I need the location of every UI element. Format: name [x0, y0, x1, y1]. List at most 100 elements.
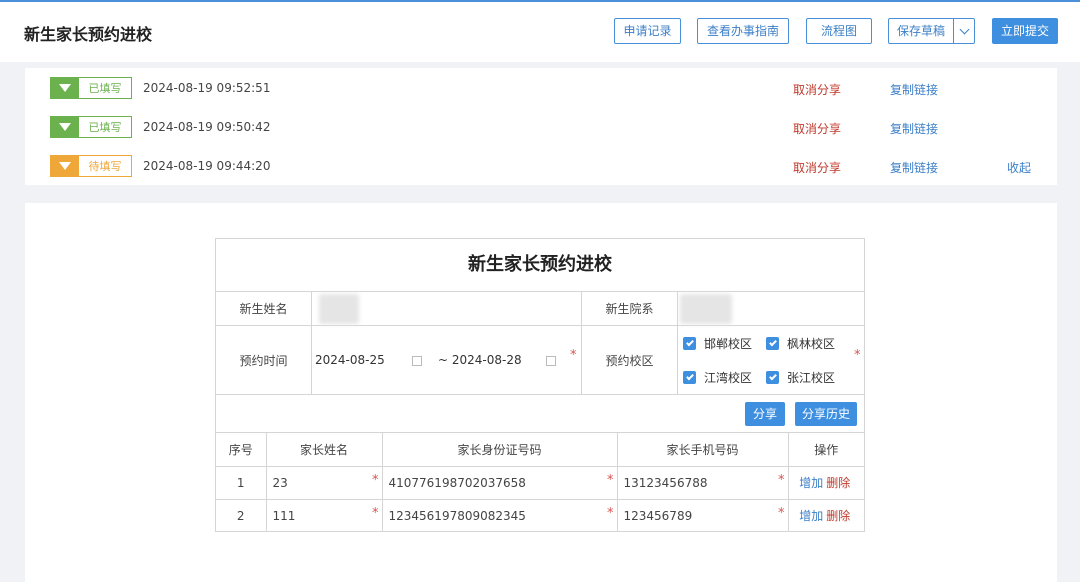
flowchart-button[interactable]: 流程图	[806, 18, 872, 44]
row-no: 2	[216, 499, 267, 532]
appointment-time-label: 预约时间	[239, 353, 288, 368]
parent-phone-input[interactable]: 123456789 *	[617, 499, 789, 532]
required-mark: *	[607, 472, 614, 488]
campus-checkbox-jiangwan[interactable]: 江湾校区	[683, 369, 752, 386]
parent-name-input[interactable]: 23 *	[266, 466, 383, 500]
col-header-no: 序号	[216, 433, 267, 467]
required-mark: *	[778, 472, 785, 488]
student-name-label: 新生姓名	[239, 302, 288, 316]
form-title: 新生家长预约进校	[216, 239, 864, 292]
campus-label: 预约校区	[605, 353, 654, 368]
copy-link[interactable]: 复制链接	[890, 81, 938, 98]
table-header-row: 序号 家长姓名 家长身份证号码 家长手机号码 操作	[216, 433, 864, 467]
check-icon	[768, 372, 777, 381]
check-icon	[685, 338, 694, 347]
down-triangle-icon	[51, 78, 79, 98]
share-history-button[interactable]: 分享历史	[795, 402, 857, 426]
chevron-down-icon	[959, 24, 969, 34]
appointment-row: 预约时间 2024-08-25 ~ 2024-08-28 * 预约校区 邯郸校区…	[216, 326, 864, 395]
col-header-name: 家长姓名	[266, 433, 383, 467]
cancel-share-link[interactable]: 取消分享	[793, 120, 841, 137]
student-dept-label: 新生院系	[605, 302, 654, 316]
record-row: 已填写 2024-08-19 09:52:51 取消分享 复制链接	[25, 77, 1057, 101]
parent-id-value: 410776198702037658	[388, 475, 526, 490]
check-icon	[685, 372, 694, 381]
record-time: 2024-08-19 09:44:20	[143, 159, 271, 173]
submit-button[interactable]: 立即提交	[992, 18, 1058, 44]
student-name-field[interactable]	[319, 294, 359, 324]
form-area: 新生家长预约进校 新生姓名 新生院系 预约时间 2024-08-25 ~ 202…	[25, 203, 1057, 582]
status-badge-label: 已填写	[88, 121, 122, 134]
record-time: 2024-08-19 09:52:51	[143, 81, 271, 95]
view-guide-button[interactable]: 查看办事指南	[697, 18, 789, 44]
table-row: 2 111 * 123456197809082345 * 123456789 * 增加…	[216, 499, 864, 532]
record-row: 待填写 2024-08-19 09:44:20 取消分享 复制链接 收起	[25, 155, 1057, 179]
down-triangle-icon	[51, 117, 79, 137]
share-toolbar: 分享 分享历史	[216, 395, 864, 433]
required-mark: *	[778, 505, 785, 521]
row-actions: 增加 删除	[788, 499, 864, 532]
appointment-form: 新生家长预约进校 新生姓名 新生院系 预约时间 2024-08-25 ~ 202…	[215, 238, 865, 532]
col-header-action: 操作	[788, 433, 864, 467]
copy-link[interactable]: 复制链接	[890, 120, 938, 137]
col-header-phone: 家长手机号码	[617, 433, 789, 467]
parent-id-value: 123456197809082345	[388, 508, 526, 523]
status-badge: 待填写	[50, 155, 132, 177]
save-dropdown-toggle[interactable]	[954, 19, 974, 43]
row-actions: 增加 删除	[788, 466, 864, 500]
date-start-input[interactable]: 2024-08-25	[315, 353, 385, 367]
required-mark: *	[372, 505, 379, 521]
share-records-panel: 已填写 2024-08-19 09:52:51 取消分享 复制链接 已填写 20…	[25, 68, 1057, 185]
required-mark: *	[607, 505, 614, 521]
parent-id-input[interactable]: 410776198702037658 *	[382, 466, 618, 500]
campus-name: 邯郸校区	[704, 337, 753, 351]
table-row: 1 23 * 410776198702037658 * 13123456788 * 增…	[216, 466, 864, 500]
parent-id-input[interactable]: 123456197809082345 *	[382, 499, 618, 532]
check-icon	[768, 338, 777, 347]
collapse-link[interactable]: 收起	[1007, 159, 1031, 176]
record-row: 已填写 2024-08-19 09:50:42 取消分享 复制链接	[25, 116, 1057, 140]
campus-name: 枫林校区	[787, 337, 836, 351]
page-title: 新生家长预约进校	[24, 25, 153, 44]
parent-name-input[interactable]: 111 *	[266, 499, 383, 532]
cancel-share-link[interactable]: 取消分享	[793, 159, 841, 176]
add-row-link[interactable]: 增加	[799, 509, 823, 523]
student-dept-field[interactable]	[680, 294, 732, 324]
calendar-icon[interactable]	[412, 356, 422, 366]
calendar-icon[interactable]	[546, 356, 556, 366]
status-badge-label: 已填写	[88, 82, 122, 95]
parent-phone-value: 123456789	[623, 508, 693, 523]
record-time: 2024-08-19 09:50:42	[143, 120, 271, 134]
col-header-id: 家长身份证号码	[382, 433, 618, 467]
required-mark: *	[372, 472, 379, 488]
add-row-link[interactable]: 增加	[799, 476, 823, 490]
copy-link[interactable]: 复制链接	[890, 159, 938, 176]
parent-name-value: 111	[272, 508, 296, 523]
save-draft-split-button: 保存草稿	[888, 18, 975, 44]
parent-phone-value: 13123456788	[623, 475, 708, 490]
status-badge: 已填写	[50, 77, 132, 99]
campus-name: 张江校区	[787, 371, 836, 385]
cancel-share-link[interactable]: 取消分享	[793, 81, 841, 98]
campus-checkbox-zhangjiang[interactable]: 张江校区	[766, 369, 835, 386]
delete-row-link[interactable]: 删除	[826, 476, 850, 490]
required-mark: *	[570, 348, 577, 363]
campus-checkbox-handan[interactable]: 邯郸校区	[683, 335, 752, 352]
save-draft-button[interactable]: 保存草稿	[889, 19, 954, 43]
down-triangle-icon	[51, 156, 79, 176]
share-button[interactable]: 分享	[745, 402, 785, 426]
application-records-button[interactable]: 申请记录	[614, 18, 681, 44]
delete-row-link[interactable]: 删除	[826, 509, 850, 523]
parent-phone-input[interactable]: 13123456788 *	[617, 466, 789, 500]
campus-name: 江湾校区	[704, 371, 753, 385]
campus-checkbox-fenglin[interactable]: 枫林校区	[766, 335, 835, 352]
row-no: 1	[216, 466, 267, 500]
status-badge-label: 待填写	[88, 160, 122, 173]
parent-name-value: 23	[272, 475, 288, 490]
parents-table: 序号 家长姓名 家长身份证号码 家长手机号码 操作 1 23 * 41077619…	[216, 433, 864, 532]
required-mark: *	[854, 348, 861, 363]
page-header: 新生家长预约进校 申请记录 查看办事指南 流程图 保存草稿 立即提交	[0, 2, 1080, 62]
status-badge: 已填写	[50, 116, 132, 138]
date-end-input[interactable]: ~ 2024-08-28	[438, 353, 522, 367]
student-info-row: 新生姓名 新生院系	[216, 292, 864, 326]
